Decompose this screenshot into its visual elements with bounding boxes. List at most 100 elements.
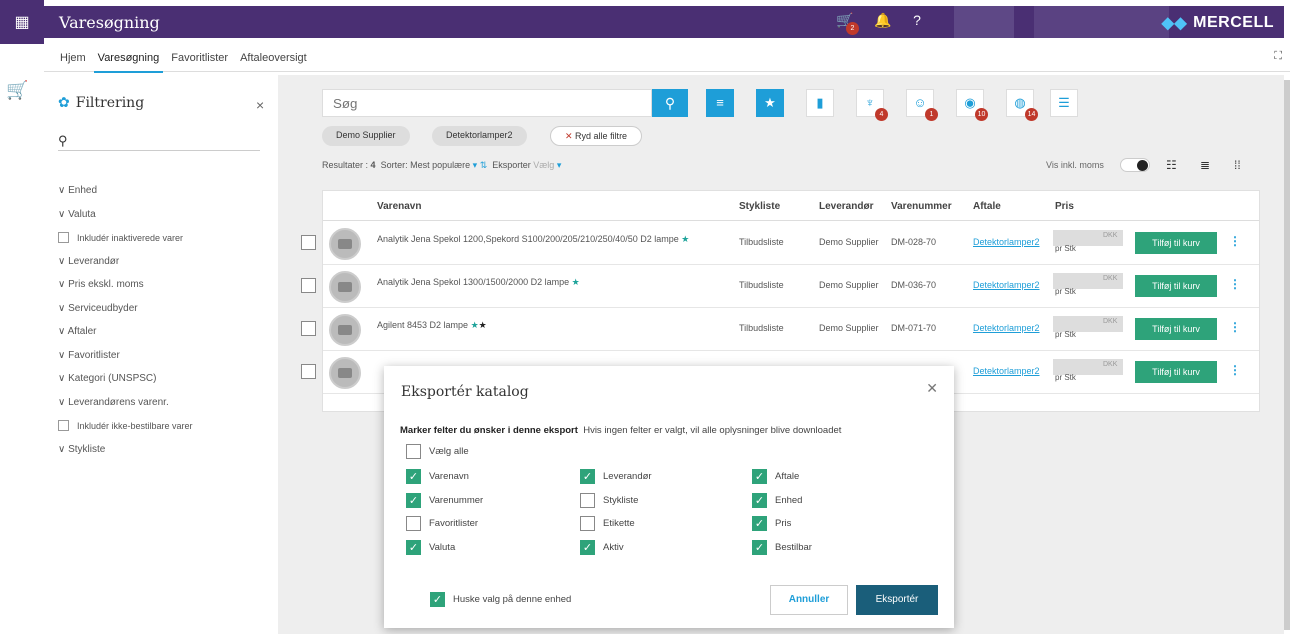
- agreement-link[interactable]: Detektorlamper2: [973, 323, 1040, 333]
- close-icon[interactable]: ✕: [926, 380, 938, 397]
- favorite-button[interactable]: ★: [756, 89, 784, 117]
- add-to-cart-button[interactable]: Tilføj til kurv: [1135, 232, 1217, 254]
- list-button[interactable]: ☰: [1050, 89, 1078, 117]
- user-avatar[interactable]: [954, 6, 1014, 38]
- chip-demo-supplier[interactable]: Demo Supplier: [322, 126, 410, 146]
- header-pris[interactable]: Pris: [1055, 201, 1074, 212]
- filter-group[interactable]: ∨ Favoritlister: [58, 350, 120, 361]
- remember-checkbox[interactable]: ✓ Huske valg på denne enhed: [430, 592, 571, 607]
- cart-icon[interactable]: 🛒 2: [834, 12, 859, 35]
- filter-group[interactable]: ∨ Valuta: [58, 209, 96, 220]
- cancel-button[interactable]: Annuller: [770, 585, 848, 615]
- filter-group[interactable]: ∨ Aftaler: [58, 326, 96, 337]
- compact-view-icon[interactable]: ≣: [1200, 158, 1210, 172]
- select-all-checkbox[interactable]: Vælg alle: [406, 444, 469, 459]
- filter-toggle-button[interactable]: ≡: [706, 89, 734, 117]
- filter-group[interactable]: ∨ Serviceudbyder: [58, 303, 138, 314]
- search-button[interactable]: ⚲: [652, 89, 688, 117]
- field-checkbox[interactable]: ✓ Bestilbar: [752, 539, 812, 555]
- filter-group[interactable]: ∨ Leverandørens varenr.: [58, 397, 169, 408]
- tab-varesogning[interactable]: Varesøgning: [93, 46, 163, 73]
- globe-filter-button[interactable]: ◍ 14: [1006, 89, 1038, 121]
- agreement-link[interactable]: Detektorlamper2: [973, 280, 1040, 290]
- field-checkbox[interactable]: ✓ Pris: [752, 516, 791, 531]
- filter-group[interactable]: ∨ Stykliste: [58, 444, 105, 455]
- filter-group[interactable]: ∨ Enhed: [58, 185, 97, 196]
- filter-search-input[interactable]: ⚲: [58, 133, 260, 151]
- user-name[interactable]: [1034, 6, 1169, 38]
- checkbox[interactable]: ✓: [580, 469, 595, 484]
- row-checkbox[interactable]: [301, 235, 316, 250]
- checkbox[interactable]: ✓: [752, 469, 767, 484]
- close-icon[interactable]: ×: [256, 97, 264, 113]
- filter-group[interactable]: ∨ Kategori (UNSPSC): [58, 373, 156, 384]
- checkbox[interactable]: ✓: [406, 539, 421, 555]
- product-name[interactable]: Analytik Jena Spekol 1200,Spekord S100/2…: [377, 234, 717, 245]
- scrollbar[interactable]: [1284, 80, 1290, 630]
- checkbox[interactable]: ✓: [430, 592, 445, 607]
- checkbox[interactable]: ✓: [752, 492, 767, 508]
- grid-view-icon[interactable]: ⁞⁞: [1234, 158, 1241, 172]
- field-checkbox[interactable]: ✓ Varenavn: [406, 469, 469, 484]
- lamp-filter-button[interactable]: ♆ 4: [856, 89, 888, 121]
- checkbox[interactable]: [406, 444, 421, 459]
- eye-filter-button[interactable]: ◉ 10: [956, 89, 988, 121]
- checkbox[interactable]: ✓: [580, 539, 595, 555]
- field-checkbox[interactable]: Stykliste: [580, 492, 638, 508]
- chevron-down-icon[interactable]: ▾: [473, 160, 478, 170]
- filter-group[interactable]: ∨ Pris ekskl. moms: [58, 279, 144, 290]
- field-checkbox[interactable]: ✓ Aktiv: [580, 539, 624, 555]
- agreement-link[interactable]: Detektorlamper2: [973, 366, 1040, 376]
- checkbox[interactable]: ✓: [406, 469, 421, 484]
- header-aftale[interactable]: Aftale: [973, 201, 1001, 212]
- field-checkbox[interactable]: Etikette: [580, 516, 635, 531]
- checkbox[interactable]: [406, 516, 421, 531]
- more-icon[interactable]: ⋮: [1229, 320, 1241, 334]
- agreement-link[interactable]: Detektorlamper2: [973, 237, 1040, 247]
- more-icon[interactable]: ⋮: [1229, 234, 1241, 248]
- tab-hjem[interactable]: Hjem: [60, 46, 86, 70]
- export-select[interactable]: Vælg: [533, 160, 554, 170]
- list-view-icon[interactable]: ☷: [1166, 158, 1177, 172]
- search-input[interactable]: [322, 89, 652, 117]
- row-checkbox[interactable]: [301, 364, 316, 379]
- add-to-cart-button[interactable]: Tilføj til kurv: [1135, 275, 1217, 297]
- sort-order-icon[interactable]: ⇅: [480, 160, 488, 170]
- checkbox[interactable]: [580, 492, 595, 508]
- vat-toggle[interactable]: [1120, 158, 1150, 172]
- checkbox[interactable]: ✓: [406, 492, 421, 508]
- row-checkbox[interactable]: [301, 321, 316, 336]
- add-to-cart-button[interactable]: Tilføj til kurv: [1135, 318, 1217, 340]
- header-varenummer[interactable]: Varenummer: [891, 201, 952, 212]
- filter-checkbox[interactable]: Inkludér ikke-bestilbare varer: [58, 420, 193, 431]
- clear-filters-chip[interactable]: ✕ Ryd alle filtre: [550, 126, 643, 146]
- field-checkbox[interactable]: Favoritlister: [406, 516, 478, 531]
- more-icon[interactable]: ⋮: [1229, 277, 1241, 291]
- filter-group[interactable]: ∨ Leverandør: [58, 256, 119, 267]
- tab-aftaleoversigt[interactable]: Aftaleoversigt: [240, 46, 307, 70]
- row-checkbox[interactable]: [301, 278, 316, 293]
- chevron-down-icon[interactable]: ▾: [557, 160, 562, 170]
- product-name[interactable]: Analytik Jena Spekol 1300/1500/2000 D2 l…: [377, 277, 717, 288]
- field-checkbox[interactable]: ✓ Valuta: [406, 539, 455, 555]
- smiley-filter-button[interactable]: ☺ 1: [906, 89, 938, 121]
- field-checkbox[interactable]: ✓ Aftale: [752, 469, 799, 484]
- fullscreen-icon[interactable]: ⛶: [1274, 50, 1282, 63]
- header-varenavn[interactable]: Varenavn: [377, 201, 421, 212]
- cart-rail-icon[interactable]: 🛒: [6, 80, 36, 104]
- field-checkbox[interactable]: ✓ Varenummer: [406, 492, 483, 508]
- checkbox[interactable]: [58, 420, 69, 431]
- add-to-cart-button[interactable]: Tilføj til kurv: [1135, 361, 1217, 383]
- checkbox[interactable]: ✓: [752, 516, 767, 531]
- field-checkbox[interactable]: ✓ Enhed: [752, 492, 802, 508]
- more-icon[interactable]: ⋮: [1229, 363, 1241, 377]
- chip-detektorlamper[interactable]: Detektorlamper2: [432, 126, 527, 146]
- help-icon[interactable]: ?: [906, 12, 928, 32]
- export-button[interactable]: Eksportér: [856, 585, 938, 615]
- sort-select[interactable]: Mest populære: [410, 160, 470, 170]
- checkbox[interactable]: ✓: [752, 539, 767, 555]
- filter-checkbox[interactable]: Inkludér inaktiverede varer: [58, 232, 183, 243]
- header-stykliste[interactable]: Stykliste: [739, 201, 780, 212]
- bookmark-button[interactable]: ▮: [806, 89, 834, 117]
- product-name[interactable]: Agilent 8453 D2 lampe ★★: [377, 320, 717, 331]
